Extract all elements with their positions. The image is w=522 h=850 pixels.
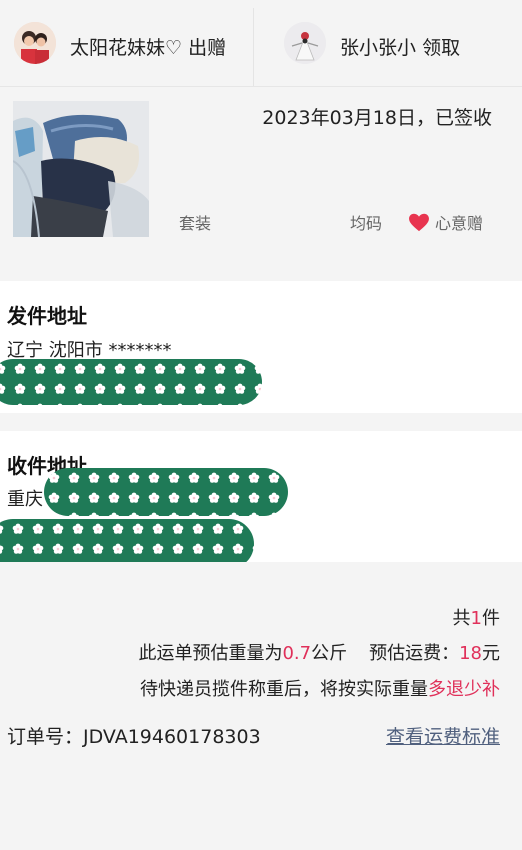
settlement-note-text: 待快递员揽件称重后，将按实际重量: [140, 679, 428, 700]
shipping-summary: 共1件 此运单预估重量为0.7公斤 预估运费：18元 待快递员揽件称重后，将按实际…: [0, 562, 522, 850]
item-summary: 2023年03月18日，已签收 套装 均码 心意赠: [0, 87, 522, 280]
heart-icon: [409, 213, 429, 231]
item-count: 共1件: [453, 604, 500, 630]
gift-type-label: 心意赠: [435, 214, 484, 233]
fee-label: 预估运费：: [369, 643, 460, 664]
gift-users-bar: 太阳花妹妹♡ 出赠 张小张小 领取: [0, 0, 522, 87]
weight-value: 0.7: [282, 643, 312, 664]
sender-address-title: 发件地址: [7, 304, 87, 328]
giver-action: 出赠: [188, 37, 227, 59]
weight-label: 此运单预估重量为: [138, 643, 283, 664]
settlement-note: 待快递员揽件称重后，将按实际重量多退少补: [140, 675, 500, 701]
item-category: 套装: [179, 214, 212, 233]
sign-status: 2023年03月18日，已签收: [262, 107, 492, 129]
giver-avatar[interactable]: [14, 22, 56, 64]
receiver-info: 张小张小 领取: [340, 33, 460, 60]
giver-info: 太阳花妹妹♡ 出赠: [70, 33, 226, 60]
giver-name[interactable]: 太阳花妹妹♡: [70, 37, 182, 59]
receiver-avatar[interactable]: [284, 22, 326, 64]
estimate-line: 此运单预估重量为0.7公斤 预估运费：18元: [138, 639, 500, 665]
redaction-mask: [0, 359, 262, 405]
fee-standard-link[interactable]: 查看运费标准: [386, 722, 500, 749]
receiver-address-card: 收件地址 重庆 张小: [0, 431, 522, 569]
order-number-value: JDVA19460178303: [83, 726, 261, 748]
item-photo[interactable]: [13, 101, 149, 237]
item-count-prefix: 共: [452, 608, 471, 629]
item-count-suffix: 件: [482, 608, 500, 629]
sender-address-card: 发件地址 辽宁 沈阳市 *******: [0, 281, 522, 413]
order-number: 订单号：JDVA19460178303: [7, 722, 261, 749]
item-size: 均码: [350, 214, 383, 233]
receiver-address-line1: 重庆: [7, 489, 43, 510]
settlement-note-highlight: 多退少补: [428, 679, 500, 700]
weight-unit: 公斤: [311, 643, 348, 664]
receiver-action: 领取: [422, 37, 461, 59]
fee-unit: 元: [482, 643, 500, 664]
receiver-name[interactable]: 张小张小: [340, 37, 416, 59]
divider: [253, 8, 254, 86]
redaction-mask: [44, 468, 288, 516]
gift-type: 心意赠: [408, 210, 483, 234]
order-label: 订单号：: [7, 726, 84, 748]
item-count-value: 1: [470, 608, 482, 629]
fee-value: 18: [459, 643, 482, 664]
